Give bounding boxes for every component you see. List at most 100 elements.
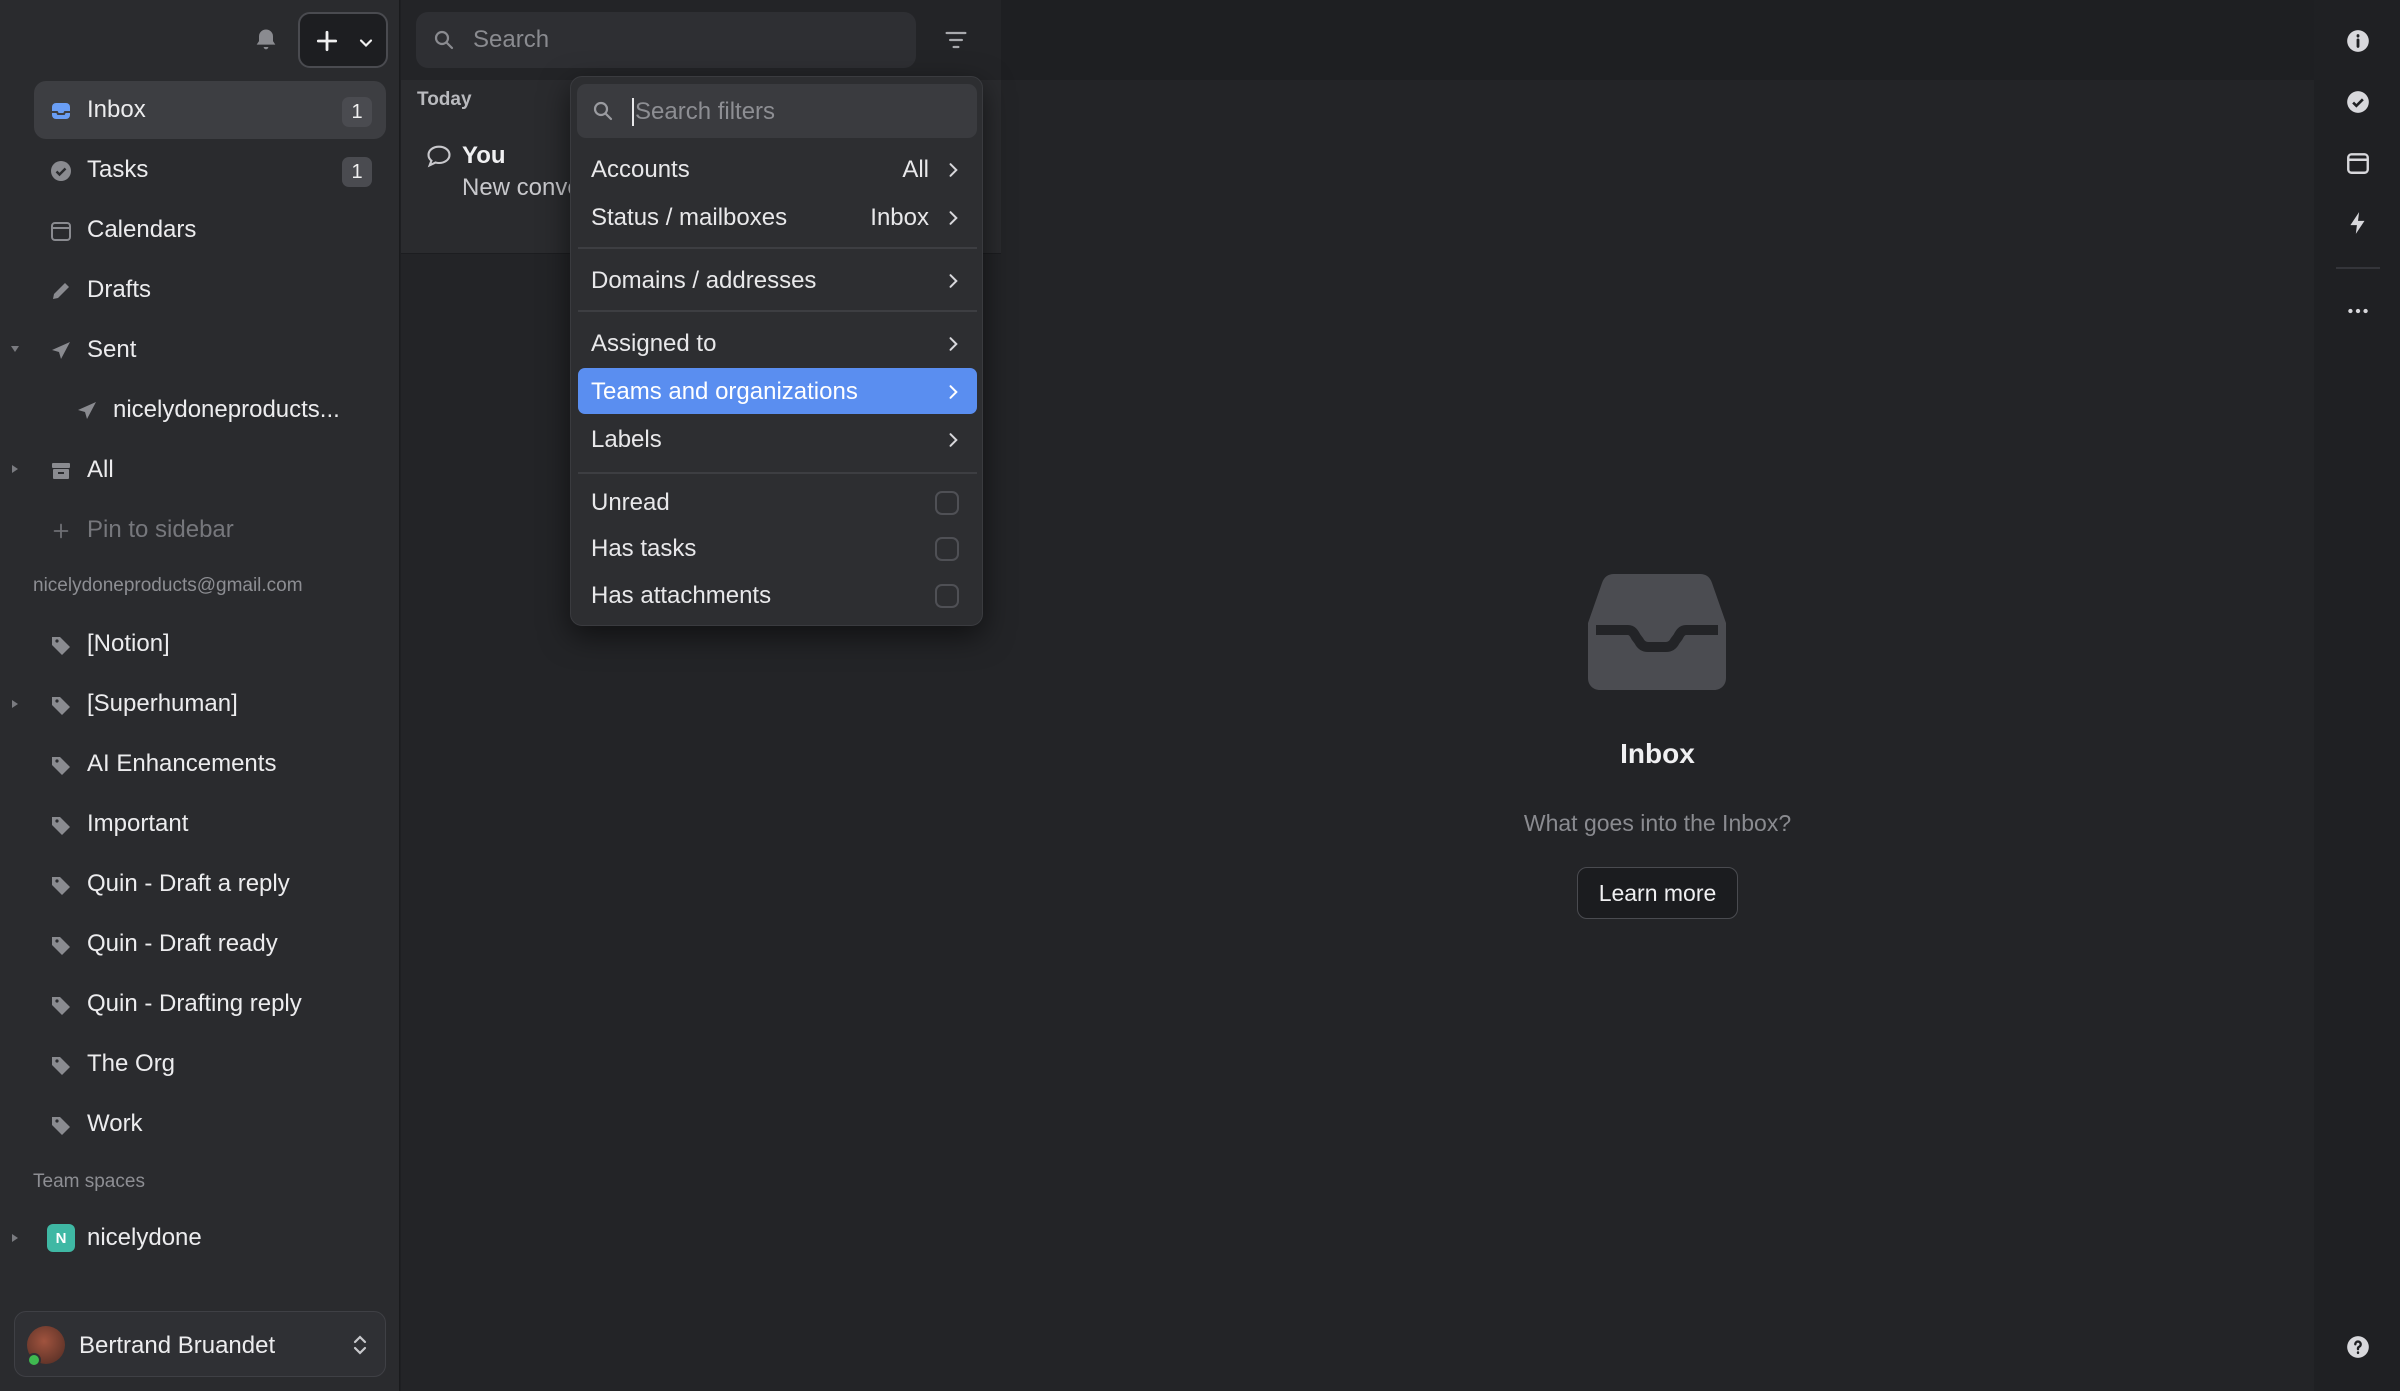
sidebar-item-label: Calendars bbox=[87, 216, 197, 243]
sidebar-item-label: Tasks bbox=[87, 156, 149, 183]
count-badge: 1 bbox=[342, 157, 372, 187]
tag-icon bbox=[48, 692, 74, 718]
tag-icon bbox=[48, 632, 74, 658]
help-icon[interactable] bbox=[2345, 1334, 2371, 1360]
sidebar-item-calendars[interactable]: Calendars bbox=[34, 201, 386, 259]
sidebar-item-label-ai-enhancements[interactable]: AI Enhancements bbox=[34, 735, 386, 793]
sidebar-item-label-quin-draft-ready[interactable]: Quin - Draft ready bbox=[34, 915, 386, 973]
search-input[interactable]: Search bbox=[416, 12, 916, 68]
tag-icon bbox=[48, 1112, 74, 1138]
chevron-right-icon bbox=[943, 270, 963, 290]
filter-row-label: Status / mailboxes bbox=[591, 204, 788, 231]
date-group-label: Today bbox=[417, 89, 472, 110]
unread-checkbox[interactable] bbox=[935, 491, 959, 515]
filter-has-attachments[interactable]: Has attachments bbox=[578, 572, 977, 618]
chat-bubble-icon bbox=[425, 142, 453, 170]
sidebar-item-label: Quin - Drafting reply bbox=[87, 990, 302, 1017]
caret-right-icon[interactable] bbox=[8, 1231, 22, 1245]
sidebar-item-label-quin-draft-a-reply[interactable]: Quin - Draft a reply bbox=[34, 855, 386, 913]
right-rail bbox=[2314, 0, 2400, 1391]
count-badge: 1 bbox=[342, 97, 372, 127]
sidebar-item-label-important[interactable]: Important bbox=[34, 795, 386, 853]
check-circle-icon bbox=[48, 158, 74, 184]
sidebar-item-team-nicelydone[interactable]: N nicelydone bbox=[34, 1209, 386, 1267]
filter-row-label: Labels bbox=[591, 426, 662, 453]
filter-assigned-to[interactable]: Assigned to bbox=[578, 320, 977, 366]
filter-check-label: Has attachments bbox=[591, 582, 772, 609]
search-placeholder: Search bbox=[473, 26, 550, 53]
menu-divider bbox=[578, 247, 977, 249]
calendar-icon[interactable] bbox=[2345, 150, 2371, 176]
empty-state-subtitle: What goes into the Inbox? bbox=[1523, 810, 1792, 836]
sidebar-item-label: Quin - Draft ready bbox=[87, 930, 278, 957]
sidebar-item-label: AI Enhancements bbox=[87, 750, 277, 777]
message-preview: New conve bbox=[462, 174, 581, 201]
has-tasks-checkbox[interactable] bbox=[935, 537, 959, 561]
learn-more-button[interactable]: Learn more bbox=[1577, 867, 1738, 919]
sidebar-item-label: [Notion] bbox=[87, 630, 170, 657]
sidebar-item-label: The Org bbox=[87, 1050, 176, 1077]
filter-search-input[interactable]: Search filters bbox=[577, 84, 977, 138]
sidebar-item-label: Inbox bbox=[87, 96, 146, 123]
filter-labels[interactable]: Labels bbox=[578, 416, 977, 462]
tag-icon bbox=[48, 932, 74, 958]
filter-domains-addresses[interactable]: Domains / addresses bbox=[578, 257, 977, 303]
sidebar-item-sent[interactable]: Sent bbox=[34, 321, 386, 379]
check-circle-icon[interactable] bbox=[2345, 89, 2371, 115]
caret-right-icon[interactable] bbox=[8, 697, 22, 711]
plus-icon bbox=[314, 28, 340, 54]
tag-icon bbox=[48, 1052, 74, 1078]
top-bar bbox=[1001, 0, 2314, 80]
info-icon[interactable] bbox=[2345, 28, 2371, 54]
pencil-icon bbox=[48, 278, 74, 304]
chevron-right-icon bbox=[943, 207, 963, 227]
filter-accounts[interactable]: Accounts All bbox=[578, 146, 977, 192]
bolt-icon[interactable] bbox=[2345, 210, 2371, 236]
empty-state-title: Inbox bbox=[1620, 738, 1695, 769]
filter-icon[interactable] bbox=[942, 26, 970, 54]
filter-has-tasks[interactable]: Has tasks bbox=[578, 525, 977, 571]
sidebar-item-sent-account[interactable]: nicelydoneproducts... bbox=[60, 381, 386, 439]
sidebar-item-label: nicelydoneproducts... bbox=[113, 396, 340, 423]
account-email: nicelydoneproducts@gmail.com bbox=[33, 575, 303, 596]
sidebar-item-label-superhuman[interactable]: [Superhuman] bbox=[34, 675, 386, 733]
sidebar-item-tasks[interactable]: Tasks 1 bbox=[34, 141, 386, 199]
filter-unread[interactable]: Unread bbox=[578, 479, 977, 525]
has-attachments-checkbox[interactable] bbox=[935, 584, 959, 608]
caret-down-icon[interactable] bbox=[8, 342, 22, 356]
filter-status-mailboxes[interactable]: Status / mailboxes Inbox bbox=[578, 194, 977, 240]
sidebar-item-label: Pin to sidebar bbox=[87, 516, 234, 543]
chevron-down-icon[interactable] bbox=[356, 32, 376, 52]
sidebar-item-all[interactable]: All bbox=[34, 441, 386, 499]
sender-name: You bbox=[462, 142, 506, 169]
filter-check-label: Has tasks bbox=[591, 535, 697, 562]
bell-icon[interactable] bbox=[252, 26, 280, 54]
text-cursor bbox=[632, 98, 634, 126]
filter-check-label: Unread bbox=[591, 489, 670, 516]
sidebar-item-label-quin-drafting-reply[interactable]: Quin - Drafting reply bbox=[34, 975, 386, 1033]
compose-button[interactable] bbox=[298, 12, 388, 68]
team-spaces-title: Team spaces bbox=[33, 1171, 145, 1192]
send-icon bbox=[48, 338, 74, 364]
tag-icon bbox=[48, 752, 74, 778]
archive-icon bbox=[48, 458, 74, 484]
caret-right-icon[interactable] bbox=[8, 462, 22, 476]
plus-icon bbox=[48, 518, 74, 544]
filter-row-label: Assigned to bbox=[591, 330, 717, 357]
sidebar-item-label-notion[interactable]: [Notion] bbox=[34, 615, 386, 673]
sidebar: Inbox 1 Tasks 1 Calendars Drafts Sent ni… bbox=[0, 0, 400, 1391]
pin-to-sidebar-button[interactable]: Pin to sidebar bbox=[34, 501, 386, 559]
sidebar-item-label: Drafts bbox=[87, 276, 152, 303]
sidebar-item-label: nicelydone bbox=[87, 1224, 202, 1251]
sidebar-item-drafts[interactable]: Drafts bbox=[34, 261, 386, 319]
user-name: Bertrand Bruandet bbox=[79, 1332, 276, 1359]
filter-teams-organizations[interactable]: Teams and organizations bbox=[578, 368, 977, 414]
sidebar-item-label-the-org[interactable]: The Org bbox=[34, 1035, 386, 1093]
sidebar-item-inbox[interactable]: Inbox 1 bbox=[34, 81, 386, 139]
chevron-right-icon bbox=[943, 159, 963, 179]
sidebar-item-label-work[interactable]: Work bbox=[34, 1095, 386, 1153]
filter-search-placeholder: Search filters bbox=[635, 98, 776, 125]
more-icon[interactable] bbox=[2345, 298, 2371, 324]
account-switcher[interactable]: Bertrand Bruandet bbox=[14, 1311, 386, 1377]
divider bbox=[2336, 267, 2380, 269]
